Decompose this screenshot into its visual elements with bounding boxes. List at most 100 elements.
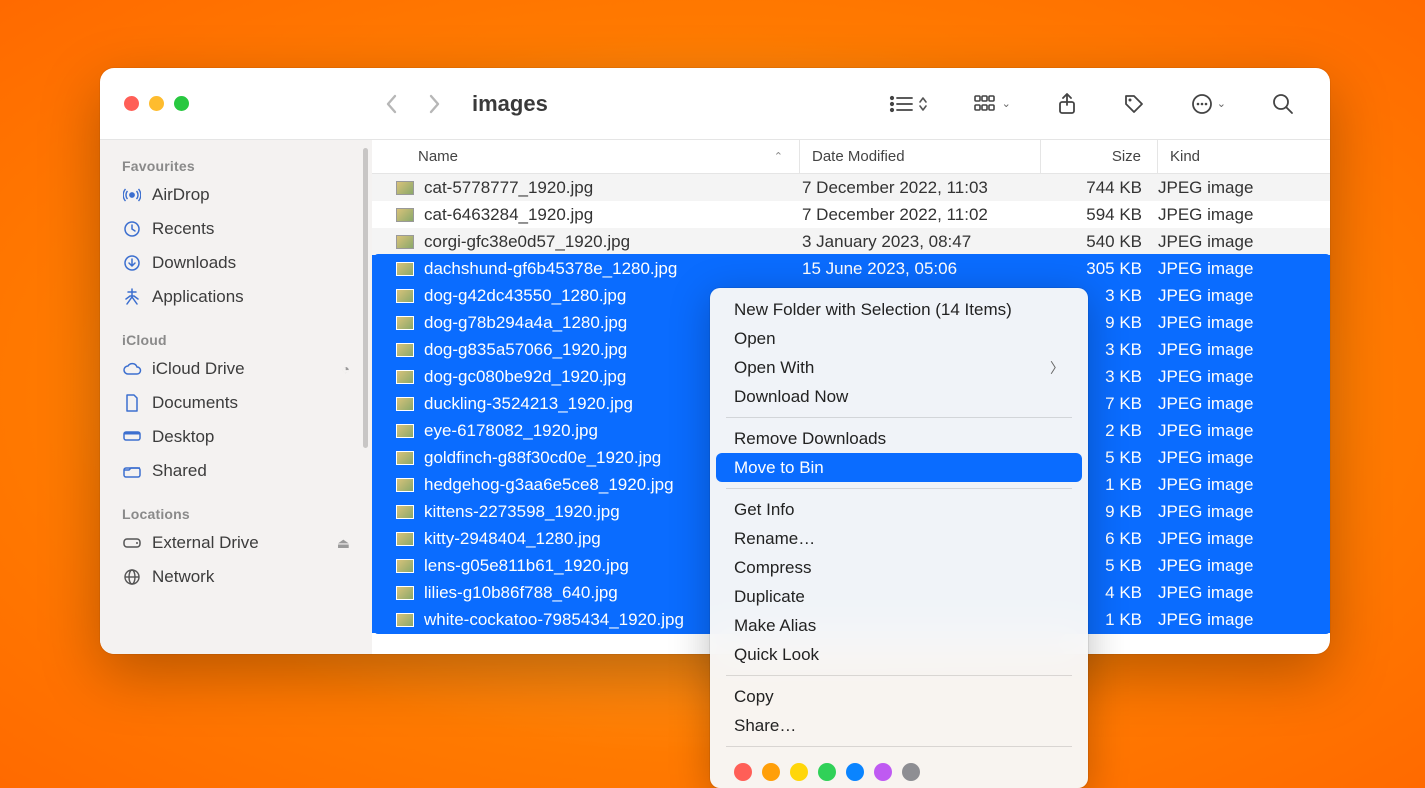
menu-item-compress[interactable]: Compress: [716, 553, 1082, 582]
file-thumbnail-icon: [396, 316, 414, 330]
tag-color[interactable]: [818, 763, 836, 781]
menu-item-make-alias[interactable]: Make Alias: [716, 611, 1082, 640]
menu-item-move-to-bin[interactable]: Move to Bin: [716, 453, 1082, 482]
context-menu: New Folder with Selection (14 Items) Open…: [710, 288, 1088, 788]
sidebar-item-downloads[interactable]: Downloads: [100, 246, 372, 280]
menu-item-rename[interactable]: Rename…: [716, 524, 1082, 553]
close-window-button[interactable]: [124, 96, 139, 111]
file-name: corgi-gfc38e0d57_1920.jpg: [424, 232, 802, 252]
menu-item-get-info[interactable]: Get Info: [716, 495, 1082, 524]
sidebar-item-label: Downloads: [152, 253, 236, 273]
tag-color[interactable]: [734, 763, 752, 781]
sidebar-item-shared[interactable]: Shared: [100, 454, 372, 488]
file-kind: JPEG image: [1158, 421, 1304, 441]
tags-button[interactable]: [1123, 93, 1145, 115]
menu-item-label: Rename…: [734, 529, 815, 549]
sidebar-item-airdrop[interactable]: AirDrop: [100, 178, 372, 212]
file-row[interactable]: cat-5778777_1920.jpg7 December 2022, 11:…: [372, 174, 1330, 201]
navigation-arrows: [370, 93, 462, 115]
actions-button[interactable]: ⌄: [1191, 93, 1226, 115]
chevron-down-icon: ⌄: [1002, 97, 1011, 110]
tag-color[interactable]: [902, 763, 920, 781]
file-thumbnail-icon: [396, 478, 414, 492]
sidebar-item-icloud-drive[interactable]: iCloud Drive◔: [100, 352, 372, 386]
group-icon: [974, 94, 998, 114]
file-thumbnail-icon: [396, 262, 414, 276]
tag-color[interactable]: [874, 763, 892, 781]
menu-item-open[interactable]: Open: [716, 324, 1082, 353]
group-button[interactable]: ⌄: [974, 94, 1011, 114]
search-button[interactable]: [1272, 93, 1294, 115]
column-kind[interactable]: Kind: [1158, 148, 1304, 165]
sidebar-item-label: Documents: [152, 393, 238, 413]
sidebar-section-locations: Locations: [100, 500, 372, 526]
file-size: 540 KB: [1042, 232, 1158, 252]
globe-icon: [122, 568, 142, 586]
menu-item-new-folder-with-selection-14-items[interactable]: New Folder with Selection (14 Items): [716, 295, 1082, 324]
file-kind: JPEG image: [1158, 340, 1304, 360]
file-date: 3 January 2023, 08:47: [802, 232, 1042, 252]
file-kind: JPEG image: [1158, 367, 1304, 387]
column-name[interactable]: Name⌃: [418, 148, 799, 165]
menu-item-copy[interactable]: Copy: [716, 682, 1082, 711]
menu-item-share[interactable]: Share…: [716, 711, 1082, 740]
file-thumbnail-icon: [396, 586, 414, 600]
sidebar-item-label: Network: [152, 567, 214, 587]
file-kind: JPEG image: [1158, 502, 1304, 522]
file-name: cat-6463284_1920.jpg: [424, 205, 802, 225]
sidebar-item-recents[interactable]: Recents: [100, 212, 372, 246]
sidebar-item-documents[interactable]: Documents: [100, 386, 372, 420]
back-button[interactable]: [384, 93, 404, 115]
sort-indicator-icon: ⌃: [774, 150, 799, 163]
sidebar: Favourites AirDropRecentsDownloadsApplic…: [100, 140, 372, 654]
clock-icon: [122, 220, 142, 238]
file-kind: JPEG image: [1158, 583, 1304, 603]
menu-item-label: Move to Bin: [734, 458, 824, 478]
sidebar-item-aux: ◔: [342, 361, 350, 377]
menu-item-download-now[interactable]: Download Now: [716, 382, 1082, 411]
menu-item-label: Quick Look: [734, 645, 819, 665]
menu-item-label: Remove Downloads: [734, 429, 886, 449]
menu-item-duplicate[interactable]: Duplicate: [716, 582, 1082, 611]
share-icon: [1057, 93, 1077, 115]
file-thumbnail-icon: [396, 613, 414, 627]
file-thumbnail-icon: [396, 505, 414, 519]
sidebar-item-label: External Drive: [152, 533, 259, 553]
sidebar-item-label: AirDrop: [152, 185, 210, 205]
column-date[interactable]: Date Modified: [800, 148, 1040, 165]
menu-item-quick-look[interactable]: Quick Look: [716, 640, 1082, 669]
file-size: 305 KB: [1042, 259, 1158, 279]
menu-separator: [726, 675, 1072, 676]
file-size: 594 KB: [1042, 205, 1158, 225]
shared-icon: [122, 463, 142, 479]
file-thumbnail-icon: [396, 559, 414, 573]
file-kind: JPEG image: [1158, 286, 1304, 306]
file-kind: JPEG image: [1158, 556, 1304, 576]
file-row[interactable]: dachshund-gf6b45378e_1280.jpg15 June 202…: [372, 255, 1330, 282]
forward-button[interactable]: [428, 93, 448, 115]
sidebar-item-desktop[interactable]: Desktop: [100, 420, 372, 454]
file-thumbnail-icon: [396, 208, 414, 222]
menu-item-label: Open: [734, 329, 776, 349]
menu-item-open-with[interactable]: Open With〉: [716, 353, 1082, 382]
tag-color[interactable]: [762, 763, 780, 781]
column-size[interactable]: Size: [1041, 148, 1157, 165]
file-row[interactable]: corgi-gfc38e0d57_1920.jpg3 January 2023,…: [372, 228, 1330, 255]
share-button[interactable]: [1057, 93, 1077, 115]
file-kind: JPEG image: [1158, 313, 1304, 333]
sidebar-item-applications[interactable]: Applications: [100, 280, 372, 314]
zoom-window-button[interactable]: [174, 96, 189, 111]
tag-color[interactable]: [846, 763, 864, 781]
file-row[interactable]: cat-6463284_1920.jpg7 December 2022, 11:…: [372, 201, 1330, 228]
menu-item-remove-downloads[interactable]: Remove Downloads: [716, 424, 1082, 453]
sidebar-item-label: Desktop: [152, 427, 214, 447]
toolbar: images ⌄ ⌄: [100, 68, 1330, 140]
tag-color[interactable]: [790, 763, 808, 781]
file-kind: JPEG image: [1158, 205, 1304, 225]
cloud-icon: [122, 362, 142, 376]
minimize-window-button[interactable]: [149, 96, 164, 111]
view-options-button[interactable]: [888, 94, 928, 114]
sidebar-item-network[interactable]: Network: [100, 560, 372, 594]
file-thumbnail-icon: [396, 451, 414, 465]
sidebar-item-external-drive[interactable]: External Drive⏏: [100, 526, 372, 560]
